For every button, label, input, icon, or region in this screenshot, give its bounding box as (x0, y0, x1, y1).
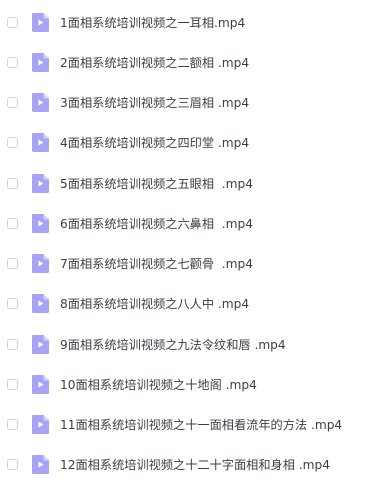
file-name[interactable]: 4面相系统培训视频之四印堂 .mp4 (60, 133, 249, 151)
video-file-icon (32, 374, 49, 394)
file-name[interactable]: 7面相系统培训视频之七颧骨 .mp4 (60, 254, 253, 272)
video-file-icon (32, 334, 49, 354)
file-name[interactable]: 8面相系统培训视频之八人中 .mp4 (60, 294, 249, 312)
row-checkbox[interactable] (7, 297, 18, 309)
file-row[interactable]: 6面相系统培训视频之六鼻相 .mp4 (0, 203, 372, 243)
row-checkbox[interactable] (7, 378, 18, 390)
video-file-icon (32, 12, 49, 32)
file-name[interactable]: 5面相系统培训视频之五眼相 .mp4 (60, 174, 253, 192)
file-name[interactable]: 10面相系统培训视频之十地阁 .mp4 (60, 375, 257, 393)
video-file-icon (32, 92, 49, 112)
file-row[interactable]: 12面相系统培训视频之十二十字面相和身相 .mp4 (0, 444, 372, 484)
file-row[interactable]: 1面相系统培训视频之一耳相.mp4 (0, 2, 372, 42)
row-checkbox[interactable] (7, 56, 18, 68)
file-row[interactable]: 4面相系统培训视频之四印堂 .mp4 (0, 122, 372, 162)
video-file-icon (32, 52, 49, 72)
video-file-icon (32, 253, 49, 273)
video-file-icon (32, 414, 49, 434)
row-checkbox[interactable] (7, 177, 18, 189)
file-row[interactable]: 10面相系统培训视频之十地阁 .mp4 (0, 364, 372, 404)
row-checkbox[interactable] (7, 257, 18, 269)
row-checkbox[interactable] (7, 136, 18, 148)
file-row[interactable]: 7面相系统培训视频之七颧骨 .mp4 (0, 243, 372, 283)
row-checkbox[interactable] (7, 96, 18, 108)
file-name[interactable]: 2面相系统培训视频之二额相 .mp4 (60, 53, 249, 71)
file-name[interactable]: 11面相系统培训视频之十一面相看流年的方法 .mp4 (60, 415, 342, 433)
video-file-icon (32, 173, 49, 193)
file-name[interactable]: 3面相系统培训视频之三眉相 .mp4 (60, 93, 249, 111)
file-name[interactable]: 12面相系统培训视频之十二十字面相和身相 .mp4 (60, 455, 330, 473)
file-row[interactable]: 11面相系统培训视频之十一面相看流年的方法 .mp4 (0, 404, 372, 444)
file-row[interactable]: 8面相系统培训视频之八人中 .mp4 (0, 283, 372, 323)
video-file-icon (32, 213, 49, 233)
row-checkbox[interactable] (7, 16, 18, 28)
row-checkbox[interactable] (7, 338, 18, 350)
file-row[interactable]: 2面相系统培训视频之二额相 .mp4 (0, 42, 372, 82)
file-row[interactable]: 5面相系统培训视频之五眼相 .mp4 (0, 163, 372, 203)
file-row[interactable]: 3面相系统培训视频之三眉相 .mp4 (0, 82, 372, 122)
file-row[interactable]: 9面相系统培训视频之九法令纹和唇 .mp4 (0, 324, 372, 364)
row-checkbox[interactable] (7, 418, 18, 430)
file-name[interactable]: 9面相系统培训视频之九法令纹和唇 .mp4 (60, 335, 286, 353)
row-checkbox[interactable] (7, 217, 18, 229)
row-checkbox[interactable] (7, 458, 18, 470)
video-file-icon (32, 293, 49, 313)
file-list: 1面相系统培训视频之一耳相.mp4 2面相系统培训视频之二额相 .mp4 3面相… (0, 0, 372, 486)
video-file-icon (32, 454, 49, 474)
file-name[interactable]: 1面相系统培训视频之一耳相.mp4 (60, 13, 245, 31)
video-file-icon (32, 132, 49, 152)
file-name[interactable]: 6面相系统培训视频之六鼻相 .mp4 (60, 214, 253, 232)
